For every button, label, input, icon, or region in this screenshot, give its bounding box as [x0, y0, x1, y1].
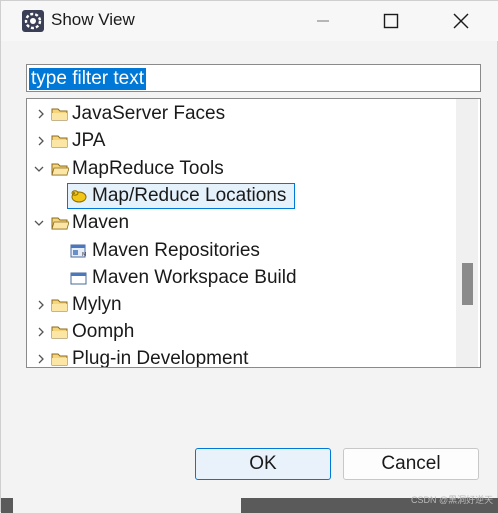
svg-text:M: M: [82, 252, 86, 258]
vertical-scrollbar[interactable]: [456, 99, 478, 367]
tree-item-label: JavaServer Faces: [72, 103, 226, 124]
tree-item-oomph[interactable]: Oomph: [27, 319, 457, 345]
scrollbar-thumb[interactable]: [462, 263, 473, 305]
tree-item-maven-repositories[interactable]: M Maven Repositories: [27, 238, 457, 264]
tree-item-label: MapReduce Tools: [72, 158, 224, 179]
chevron-right-icon[interactable]: [34, 106, 48, 122]
chevron-down-icon[interactable]: [32, 215, 46, 231]
maximize-icon: [383, 13, 399, 29]
tree-item-label: Map/Reduce Locations: [92, 185, 287, 206]
folder-icon: [51, 163, 69, 176]
folder-icon: [51, 353, 68, 366]
background-strip-light: [13, 498, 241, 513]
tree-item-label: JPA: [72, 130, 106, 151]
watermark-text: CSDN @黑洞好逆天: [411, 495, 494, 505]
ok-button[interactable]: OK: [195, 448, 331, 480]
chevron-down-icon[interactable]: [32, 161, 46, 177]
dialog-title: Show View: [51, 10, 135, 29]
minimize-icon: [317, 20, 329, 22]
chevron-right-icon[interactable]: [34, 324, 48, 340]
folder-icon: [51, 135, 68, 148]
title-bar[interactable]: Show View: [1, 1, 498, 41]
tree-item-label: Maven: [72, 212, 130, 233]
tree-item-jpa[interactable]: JPA: [27, 128, 457, 154]
folder-icon: [51, 108, 68, 121]
eclipse-app-icon: [22, 10, 44, 32]
tree-item-label: Maven Workspace Build: [92, 267, 297, 288]
maximize-button[interactable]: [361, 1, 421, 41]
tree-item-javaserver-faces[interactable]: JavaServer Faces: [27, 101, 457, 127]
tree-item-maven[interactable]: Maven: [27, 210, 457, 236]
tree-item-mapreduce-tools[interactable]: MapReduce Tools: [27, 156, 457, 182]
minimize-button[interactable]: [293, 1, 353, 41]
tree-item-mylyn[interactable]: Mylyn: [27, 292, 457, 318]
chevron-right-icon[interactable]: [34, 351, 48, 367]
tree-item-plug-in-development[interactable]: Plug-in Development: [27, 346, 457, 368]
cancel-button[interactable]: Cancel: [343, 448, 479, 480]
chevron-right-icon[interactable]: [34, 133, 48, 149]
filter-text-selected: type filter text: [29, 68, 146, 90]
folder-icon: [51, 299, 68, 312]
tree-item-label: Oomph: [72, 321, 135, 342]
folder-icon: [51, 217, 69, 230]
folder-icon: [51, 326, 68, 339]
mapreduce-icon: [71, 190, 87, 203]
tree-item-maven-workspace-build[interactable]: Maven Workspace Build: [27, 265, 457, 291]
show-view-dialog: Show View type filter text JavaServer Fa…: [0, 0, 498, 513]
tree-item-label: Maven Repositories: [92, 240, 260, 261]
view-window-icon: [70, 272, 87, 285]
close-icon: [453, 13, 469, 29]
filter-input[interactable]: type filter text: [26, 64, 481, 92]
tree-item-map-reduce-locations[interactable]: Map/Reduce Locations: [27, 183, 457, 209]
view-tree[interactable]: JavaServer Faces JPA MapReduce Tools Map…: [26, 98, 481, 368]
tree-item-label: Mylyn: [72, 294, 122, 315]
maven-repo-icon: M: [70, 244, 86, 258]
tree-item-label: Plug-in Development: [72, 348, 249, 368]
close-button[interactable]: [431, 1, 491, 41]
chevron-right-icon[interactable]: [34, 297, 48, 313]
